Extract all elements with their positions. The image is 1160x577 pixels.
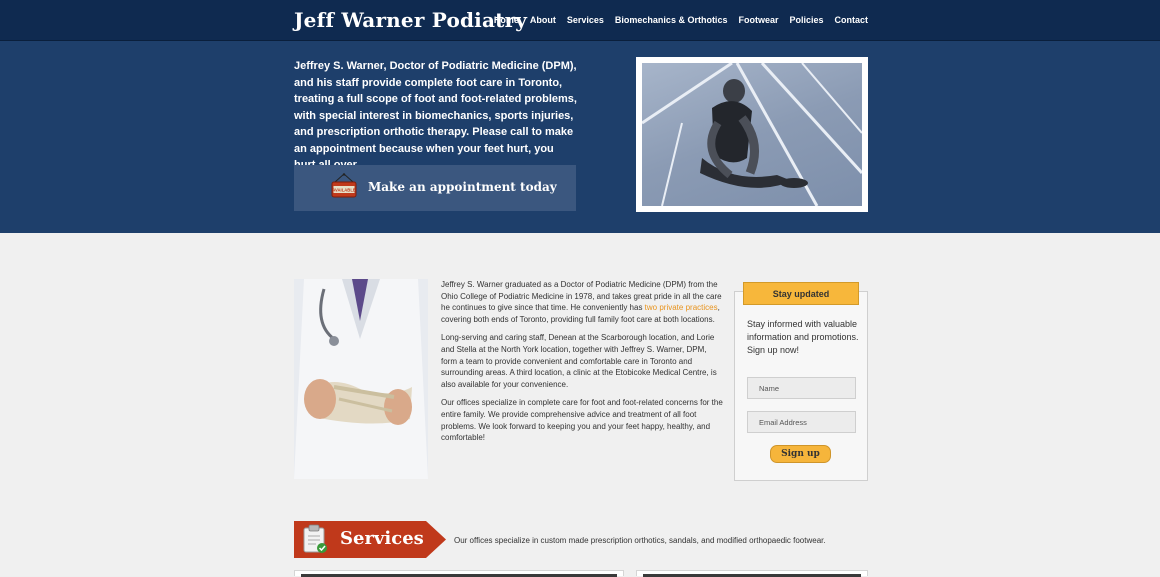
top-bar: Jeff Warner Podiatry Home About Services… [0,0,1160,41]
services-description: Our offices specialize in custom made pr… [454,536,826,545]
about-paragraph-1: Jeffrey S. Warner graduated as a Doctor … [441,279,724,325]
main-section: Jeffrey S. Warner graduated as a Doctor … [0,233,1160,577]
available-sign-icon: AVAILABLE [331,173,357,198]
nav-about[interactable]: About [530,15,556,25]
about-paragraph-3: Our offices specialize in complete care … [441,398,723,443]
nav-biomechanics[interactable]: Biomechanics & Orthotics [615,15,728,25]
sign-text: AVAILABLE [332,188,356,193]
main-nav: Home About Services Biomechanics & Ortho… [483,15,868,25]
hero-section: Jeffrey S. Warner, Doctor of Podiatric M… [0,41,1160,233]
email-input[interactable] [747,411,856,433]
signup-box: Stay informed with valuable information … [734,291,868,481]
about-paragraph-2: Long-serving and caring staff, Denean at… [441,333,717,389]
name-input[interactable] [747,377,856,399]
service-card-2[interactable] [636,570,868,577]
services-banner[interactable]: Services [294,521,446,558]
service-card-1[interactable] [294,570,624,577]
stay-updated-tab: Stay updated [743,282,859,305]
appointment-label: Make an appointment today [368,180,557,194]
services-title: Services [340,528,424,549]
hero-photo-frame [636,57,868,212]
hero-photo-runner [642,63,862,206]
nav-services[interactable]: Services [567,15,604,25]
about-content: Jeffrey S. Warner graduated as a Doctor … [441,279,724,451]
nav-footwear[interactable]: Footwear [738,15,778,25]
signup-text: Stay informed with valuable information … [747,319,859,355]
nav-policies[interactable]: Policies [789,15,823,25]
nav-home[interactable]: Home [494,15,519,25]
clipboard-icon [303,524,327,553]
doctor-photo [294,279,428,479]
private-practices-link[interactable]: two private practices [645,303,718,312]
appointment-button[interactable]: AVAILABLE Make an appointment today [294,165,576,211]
hero-intro: Jeffrey S. Warner, Doctor of Podiatric M… [294,60,577,171]
signup-button[interactable]: Sign up [770,445,831,463]
nav-contact[interactable]: Contact [835,15,869,25]
